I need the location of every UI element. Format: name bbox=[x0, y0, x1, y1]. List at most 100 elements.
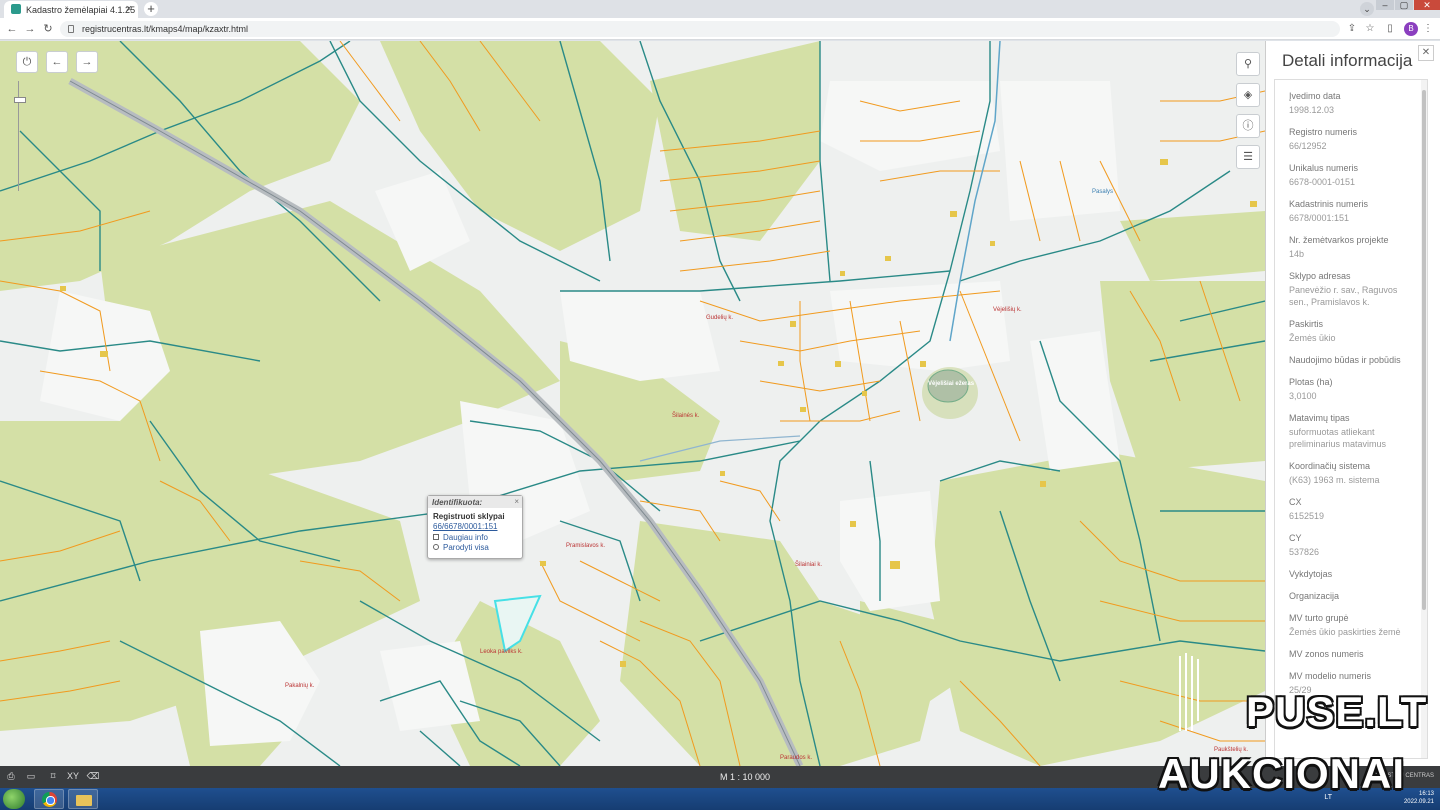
detail-field-label: MV zonos numeris bbox=[1289, 649, 1364, 659]
back-arrow-icon[interactable]: ← bbox=[4, 21, 20, 37]
detail-field-value: 1998.12.03 bbox=[1289, 105, 1335, 115]
map-label: Vėjelišių k. bbox=[993, 307, 1022, 313]
bookmark-icon[interactable]: ⌑ bbox=[46, 771, 60, 783]
detail-field-value: 3,0100 bbox=[1289, 391, 1317, 401]
ruler-icon[interactable]: ▭ bbox=[24, 771, 38, 783]
system-clock[interactable]: 16:13 2022.09.21 bbox=[1404, 790, 1434, 806]
window-close-button[interactable]: ✕ bbox=[1414, 0, 1440, 10]
detail-field: Naudojimo būdas ir pobūdis bbox=[1275, 354, 1427, 366]
detail-field-label: Vykdytojas bbox=[1289, 569, 1333, 579]
tab-close-icon[interactable]: × bbox=[126, 3, 132, 15]
detail-field-label: Unikalus numeris bbox=[1289, 163, 1359, 173]
scrollbar-thumb[interactable] bbox=[1422, 90, 1426, 610]
show-all-link[interactable]: Parodyti visa bbox=[428, 542, 522, 552]
detail-field: Įvedimo data 1998.12.03 bbox=[1275, 90, 1427, 116]
detail-field-value: 66/12952 bbox=[1289, 141, 1327, 151]
info-icon[interactable]: ⓘ bbox=[1236, 114, 1260, 138]
forward-arrow-icon[interactable]: → bbox=[22, 21, 38, 37]
detail-field-label: MV turto grupė bbox=[1289, 613, 1349, 623]
panel-fields[interactable]: Įvedimo data 1998.12.03 Registro numeris 66… bbox=[1274, 79, 1428, 759]
map-side-toolbar: ⚲ ◈ ⓘ ☰ bbox=[1236, 52, 1262, 176]
popup-close-icon[interactable]: × bbox=[514, 497, 519, 506]
popup-header: Identifikuota: bbox=[428, 496, 522, 508]
detail-field: CY 537826 bbox=[1275, 532, 1427, 558]
side-panel-icon[interactable]: ▯ bbox=[1382, 21, 1398, 37]
tab-search-icon[interactable]: ⌄ bbox=[1360, 2, 1374, 16]
panel-close-button[interactable]: ✕ bbox=[1418, 45, 1434, 61]
detail-field-label: Plotas (ha) bbox=[1289, 377, 1333, 387]
address-bar[interactable]: registrucentras.lt/kmaps4/map/kzaxtr.htm… bbox=[60, 21, 1340, 37]
map-label: Paraudos k. bbox=[780, 755, 813, 761]
detail-field-value: (K63) 1963 m. sistema bbox=[1289, 475, 1380, 485]
new-tab-button[interactable]: + bbox=[144, 2, 158, 16]
menu-kebab-icon[interactable]: ⋮ bbox=[1420, 21, 1436, 37]
panel-scrollbar[interactable] bbox=[1421, 80, 1427, 758]
detail-field: Organizacija bbox=[1275, 590, 1427, 602]
detail-field-label: Nr. žemėtvarkos projekte bbox=[1289, 235, 1389, 245]
watermark-line1: PUSE.LT bbox=[1246, 688, 1428, 735]
reload-icon[interactable]: ↻ bbox=[40, 21, 56, 37]
detail-field-label: Registro numeris bbox=[1289, 127, 1358, 137]
minimize-button[interactable]: – bbox=[1376, 0, 1394, 10]
zoom-slider-handle[interactable] bbox=[14, 97, 26, 103]
list-icon[interactable]: ☰ bbox=[1236, 145, 1260, 169]
detail-field: Nr. žemėtvarkos projekte 14b bbox=[1275, 234, 1427, 260]
detail-field: Koordinačių sistema (K63) 1963 m. sistema bbox=[1275, 460, 1427, 486]
folder-icon bbox=[76, 795, 92, 806]
cadastral-map[interactable]: ⏻ ← → Pramislavos k. Vėjelišių k. Šilain… bbox=[0, 41, 1265, 766]
watermark-line2: AUKCIONAI bbox=[1158, 750, 1405, 797]
eraser-icon[interactable]: ⌫ bbox=[86, 771, 100, 783]
history-forward-button[interactable]: → bbox=[76, 51, 98, 73]
detail-field: MV zonos numeris bbox=[1275, 648, 1427, 660]
popup-title: Registruoti sklypai bbox=[433, 512, 505, 521]
detail-field-value: 6678/0001:151 bbox=[1289, 213, 1350, 223]
detail-field: Plotas (ha) 3,0100 bbox=[1275, 376, 1427, 402]
detail-field: Registro numeris 66/12952 bbox=[1275, 126, 1427, 152]
explorer-taskbar-button[interactable] bbox=[68, 789, 98, 809]
detail-field: Unikalus numeris 6678-0001-0151 bbox=[1275, 162, 1427, 188]
map-label: Pakalnių k. bbox=[285, 683, 315, 689]
detail-field-label: CX bbox=[1289, 497, 1302, 507]
profile-avatar[interactable]: B bbox=[1404, 22, 1418, 36]
document-icon bbox=[433, 534, 439, 540]
detail-field-value: 6678-0001-0151 bbox=[1289, 177, 1356, 187]
detail-field: CX 6152519 bbox=[1275, 496, 1427, 522]
clock-date: 2022.09.21 bbox=[1403, 799, 1434, 805]
detail-field: Paskirtis Žemės ūkio bbox=[1275, 318, 1427, 344]
map-label: Gudelių k. bbox=[706, 315, 734, 321]
browser-tab[interactable]: Kadastro žemėlapiai 4.1.25 × bbox=[4, 1, 138, 18]
start-button[interactable] bbox=[3, 789, 25, 809]
lock-icon bbox=[68, 25, 74, 33]
detail-field: Vykdytojas bbox=[1275, 568, 1427, 580]
detail-field-value: Panevėžio r. sav., Raguvos sen., Pramisl… bbox=[1289, 285, 1398, 307]
url-text: registrucentras.lt/kmaps4/map/kzaxtr.htm… bbox=[82, 24, 249, 34]
magnifier-icon bbox=[433, 544, 439, 550]
more-info-link[interactable]: Daugiau info bbox=[428, 532, 522, 542]
detail-field: Matavimų tipas suformuotas atliekant prel… bbox=[1275, 412, 1427, 450]
map-label: Leoka pavilks k. bbox=[480, 649, 523, 655]
bookmark-star-icon[interactable]: ☆ bbox=[1362, 21, 1378, 37]
map-canvas[interactable] bbox=[0, 41, 1265, 766]
detail-panel: Detali informacija ✕ Įvedimo data 1998.12… bbox=[1265, 41, 1440, 766]
detail-field-label: CY bbox=[1289, 533, 1302, 543]
chrome-taskbar-button[interactable] bbox=[34, 789, 64, 809]
identify-popup: Identifikuota: × Registruoti sklypai 66/… bbox=[427, 495, 523, 559]
detail-field-value: Žemės ūkio paskirties žemė bbox=[1289, 627, 1401, 637]
detail-field-label: Paskirtis bbox=[1289, 319, 1324, 329]
layers-icon[interactable]: ◈ bbox=[1236, 83, 1260, 107]
tab-title: Kadastro žemėlapiai 4.1.25 bbox=[26, 5, 136, 15]
lake-label: Vėjelišiai ežeras bbox=[928, 381, 975, 387]
parcel-number-link[interactable]: 66/6678/0001:151 bbox=[428, 521, 522, 532]
detail-field-label: Kadastrinis numeris bbox=[1289, 199, 1369, 209]
print-icon[interactable]: ⎙ bbox=[4, 771, 18, 783]
share-icon[interactable]: ⇪ bbox=[1344, 21, 1360, 37]
xy-icon[interactable]: XY bbox=[66, 771, 80, 783]
maximize-button[interactable]: ▢ bbox=[1395, 0, 1413, 10]
chrome-icon bbox=[42, 792, 57, 807]
detail-field-value: suformuotas atliekant preliminarius mata… bbox=[1289, 427, 1387, 449]
power-button[interactable]: ⏻ bbox=[16, 51, 38, 73]
detail-field: MV turto grupė Žemės ūkio paskirties žemė bbox=[1275, 612, 1427, 638]
panel-title: Detali informacija bbox=[1282, 51, 1413, 70]
search-icon[interactable]: ⚲ bbox=[1236, 52, 1260, 76]
history-back-button[interactable]: ← bbox=[46, 51, 68, 73]
